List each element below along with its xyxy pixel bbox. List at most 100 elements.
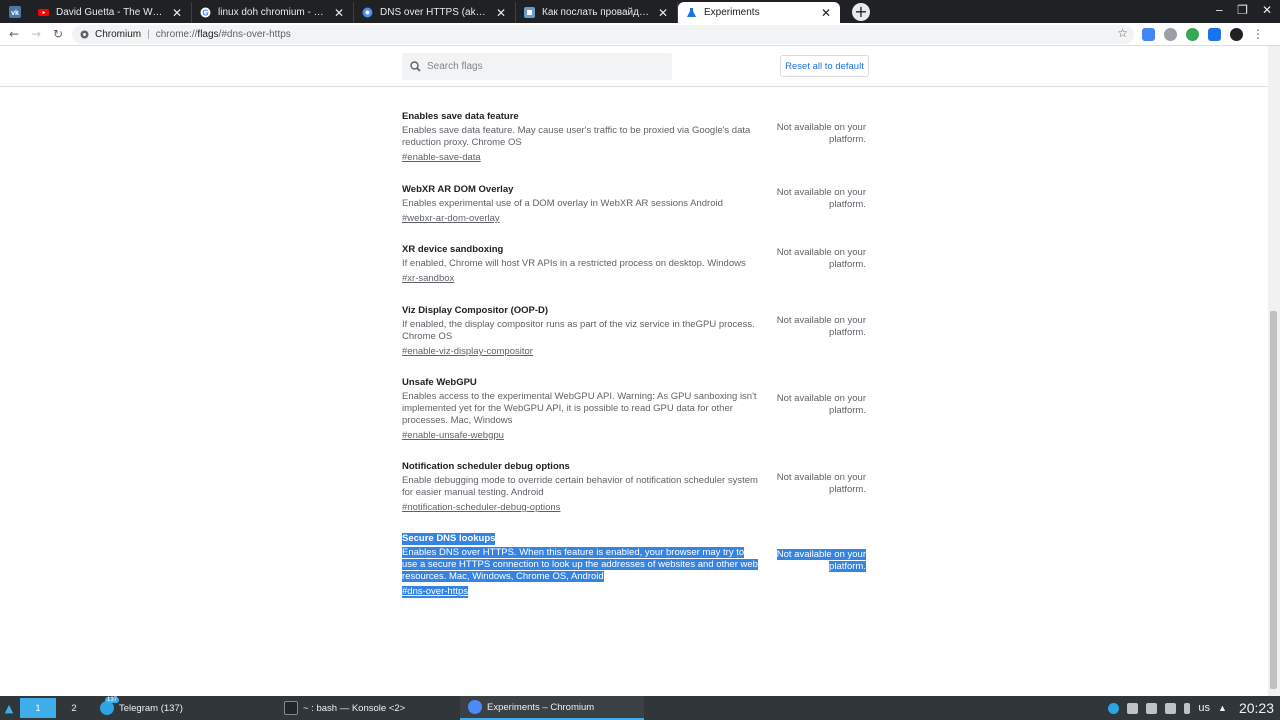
flag-name: Unsafe WebGPU — [402, 377, 477, 388]
flag-description: If enabled, Chrome will host VR APIs in … — [402, 258, 746, 269]
search-input[interactable] — [427, 61, 657, 72]
pinned-tab-vk[interactable]: vk — [0, 0, 30, 23]
flag-name: XR device sandboxing — [402, 244, 504, 255]
flags-page: Reset all to default Enables save data f… — [0, 46, 1280, 696]
network-icon[interactable] — [1146, 702, 1158, 714]
flag-description: Enable debugging mode to override certai… — [402, 475, 758, 498]
tab-habr[interactable]: Как послать провайдера по ✕ — [516, 2, 678, 23]
checkmark-extension-icon[interactable] — [1186, 27, 1199, 41]
reload-icon[interactable]: ↻ — [47, 27, 69, 41]
tab-strip: vk David Guetta - The World Is M ✕ G lin… — [0, 0, 1280, 23]
tray-expand-icon[interactable]: ▲ — [1218, 703, 1227, 713]
menu-icon[interactable]: ⋮ — [1252, 27, 1264, 41]
system-tray: us ▲ 20:23 — [1108, 696, 1280, 720]
tab-experiments[interactable]: Experiments ✕ — [678, 2, 840, 23]
desktop-2[interactable]: 2 — [56, 698, 92, 718]
browser-toolbar: ← → ↻ Chromium | chrome://flags/#dns-ove… — [0, 23, 1280, 46]
flag-entry: Unsafe WebGPU Enables access to the expe… — [402, 374, 872, 442]
translate-icon[interactable] — [1142, 27, 1155, 41]
flag-name: WebXR AR DOM Overlay — [402, 184, 514, 195]
clipboard-icon[interactable] — [1127, 702, 1139, 714]
tab-youtube[interactable]: David Guetta - The World Is M ✕ — [30, 2, 192, 23]
unread-badge: 137 — [105, 697, 120, 703]
tab-title: DNS over HTTPS (aka DoH) - T — [380, 7, 491, 18]
extension-icon[interactable] — [1164, 27, 1177, 41]
habr-icon — [524, 7, 535, 18]
flag-link[interactable]: #notification-scheduler-debug-options — [402, 502, 560, 514]
tab-doh[interactable]: DNS over HTTPS (aka DoH) - T ✕ — [354, 2, 516, 23]
forward-icon[interactable]: → — [25, 27, 47, 41]
flag-status: Not available on your platform. — [776, 549, 866, 572]
flag-entry: WebXR AR DOM Overlay Enables experimenta… — [402, 181, 872, 225]
flag-link[interactable]: #enable-viz-display-compositor — [402, 346, 533, 358]
tab-title: Как послать провайдера по — [542, 7, 653, 18]
window-controls: ‒ ❐ ✕ — [1216, 3, 1272, 17]
youtube-icon — [38, 7, 49, 18]
address-bar[interactable]: Chromium | chrome://flags/#dns-over-http… — [72, 25, 1134, 44]
task-konsole[interactable]: ~ : bash — Konsole <2> — [276, 696, 460, 720]
close-icon[interactable]: ✕ — [820, 6, 832, 20]
flag-status: Not available on your platform. — [776, 122, 866, 145]
desktop-1[interactable]: 1 — [20, 698, 56, 718]
back-icon[interactable]: ← — [3, 27, 25, 41]
page-scrollbar[interactable] — [1268, 46, 1280, 696]
app-launcher-icon[interactable]: ▲ — [0, 696, 18, 720]
flag-link[interactable]: #enable-save-data — [402, 152, 481, 164]
google-icon: G — [200, 7, 211, 18]
new-tab-button[interactable]: + — [852, 3, 870, 21]
battery-icon[interactable] — [1184, 702, 1191, 714]
search-icon — [410, 61, 421, 72]
close-window-icon[interactable]: ✕ — [1262, 3, 1272, 17]
search-box[interactable] — [402, 53, 672, 80]
flag-link[interactable]: #webxr-ar-dom-overlay — [402, 213, 500, 225]
chromium-icon — [362, 7, 373, 18]
close-icon[interactable]: ✕ — [657, 6, 669, 20]
flag-entry: Notification scheduler debug options Ena… — [402, 458, 872, 514]
site-info-icon[interactable] — [80, 30, 89, 39]
reset-all-button[interactable]: Reset all to default — [780, 55, 869, 77]
tab-title: David Guetta - The World Is M — [56, 7, 167, 18]
flag-status: Not available on your platform. — [776, 472, 866, 495]
tools-extension-icon[interactable] — [1208, 27, 1221, 41]
flag-description: Enables DNS over HTTPS. When this featur… — [402, 547, 758, 582]
close-icon[interactable]: ✕ — [333, 6, 345, 20]
telegram-tray-icon[interactable] — [1108, 702, 1120, 714]
maximize-icon[interactable]: ❐ — [1237, 3, 1248, 17]
tab-title: linux doh chromium - Поиск в — [218, 7, 329, 18]
keyboard-layout[interactable]: us — [1198, 702, 1210, 714]
flag-name: Viz Display Compositor (OOP-D) — [402, 305, 549, 316]
flag-link[interactable]: #enable-unsafe-webgpu — [402, 430, 504, 442]
volume-icon[interactable] — [1165, 702, 1177, 714]
flag-entry-secure-dns: Secure DNS lookups Enables DNS over HTTP… — [402, 530, 872, 598]
flag-entry: Viz Display Compositor (OOP-D) If enable… — [402, 302, 872, 358]
flag-entry: XR device sandboxing If enabled, Chrome … — [402, 241, 872, 285]
flag-name: Secure DNS lookups — [402, 533, 496, 545]
task-label: Experiments – Chromium — [487, 701, 595, 713]
scrollbar-thumb[interactable] — [1270, 311, 1277, 689]
flag-link[interactable]: #xr-sandbox — [402, 273, 454, 285]
flask-icon — [686, 7, 697, 18]
bookmark-star-icon[interactable]: ☆ — [1117, 26, 1128, 40]
minimize-icon[interactable]: ‒ — [1216, 3, 1224, 17]
flag-entry: Enables save data feature Enables save d… — [402, 108, 872, 164]
close-icon[interactable]: ✕ — [495, 6, 507, 20]
flag-description: Enables save data feature. May cause use… — [402, 125, 751, 148]
svg-text:vk: vk — [11, 10, 19, 17]
tab-google-search[interactable]: G linux doh chromium - Поиск в ✕ — [192, 2, 354, 23]
flag-status: Not available on your platform. — [776, 393, 866, 416]
profile-icon[interactable] — [1230, 27, 1243, 41]
clock[interactable]: 20:23 — [1239, 700, 1274, 716]
task-label: ~ : bash — Konsole <2> — [303, 702, 406, 714]
flag-status: Not available on your platform. — [776, 247, 866, 270]
task-telegram[interactable]: 137 Telegram (137) — [92, 696, 276, 720]
task-chromium[interactable]: Experiments – Chromium — [460, 696, 644, 720]
flag-name: Notification scheduler debug options — [402, 461, 570, 472]
site-name: Chromium — [95, 29, 142, 40]
task-label: Telegram (137) — [119, 702, 183, 714]
taskbar: ▲ 1 2 137 Telegram (137) ~ : bash — Kons… — [0, 696, 1280, 720]
close-icon[interactable]: ✕ — [171, 6, 183, 20]
flag-link[interactable]: #dns-over-https — [402, 586, 469, 598]
vk-icon: vk — [9, 5, 21, 18]
flag-description: Enables access to the experimental WebGP… — [402, 391, 757, 426]
flag-description: Enables experimental use of a DOM overla… — [402, 198, 723, 209]
